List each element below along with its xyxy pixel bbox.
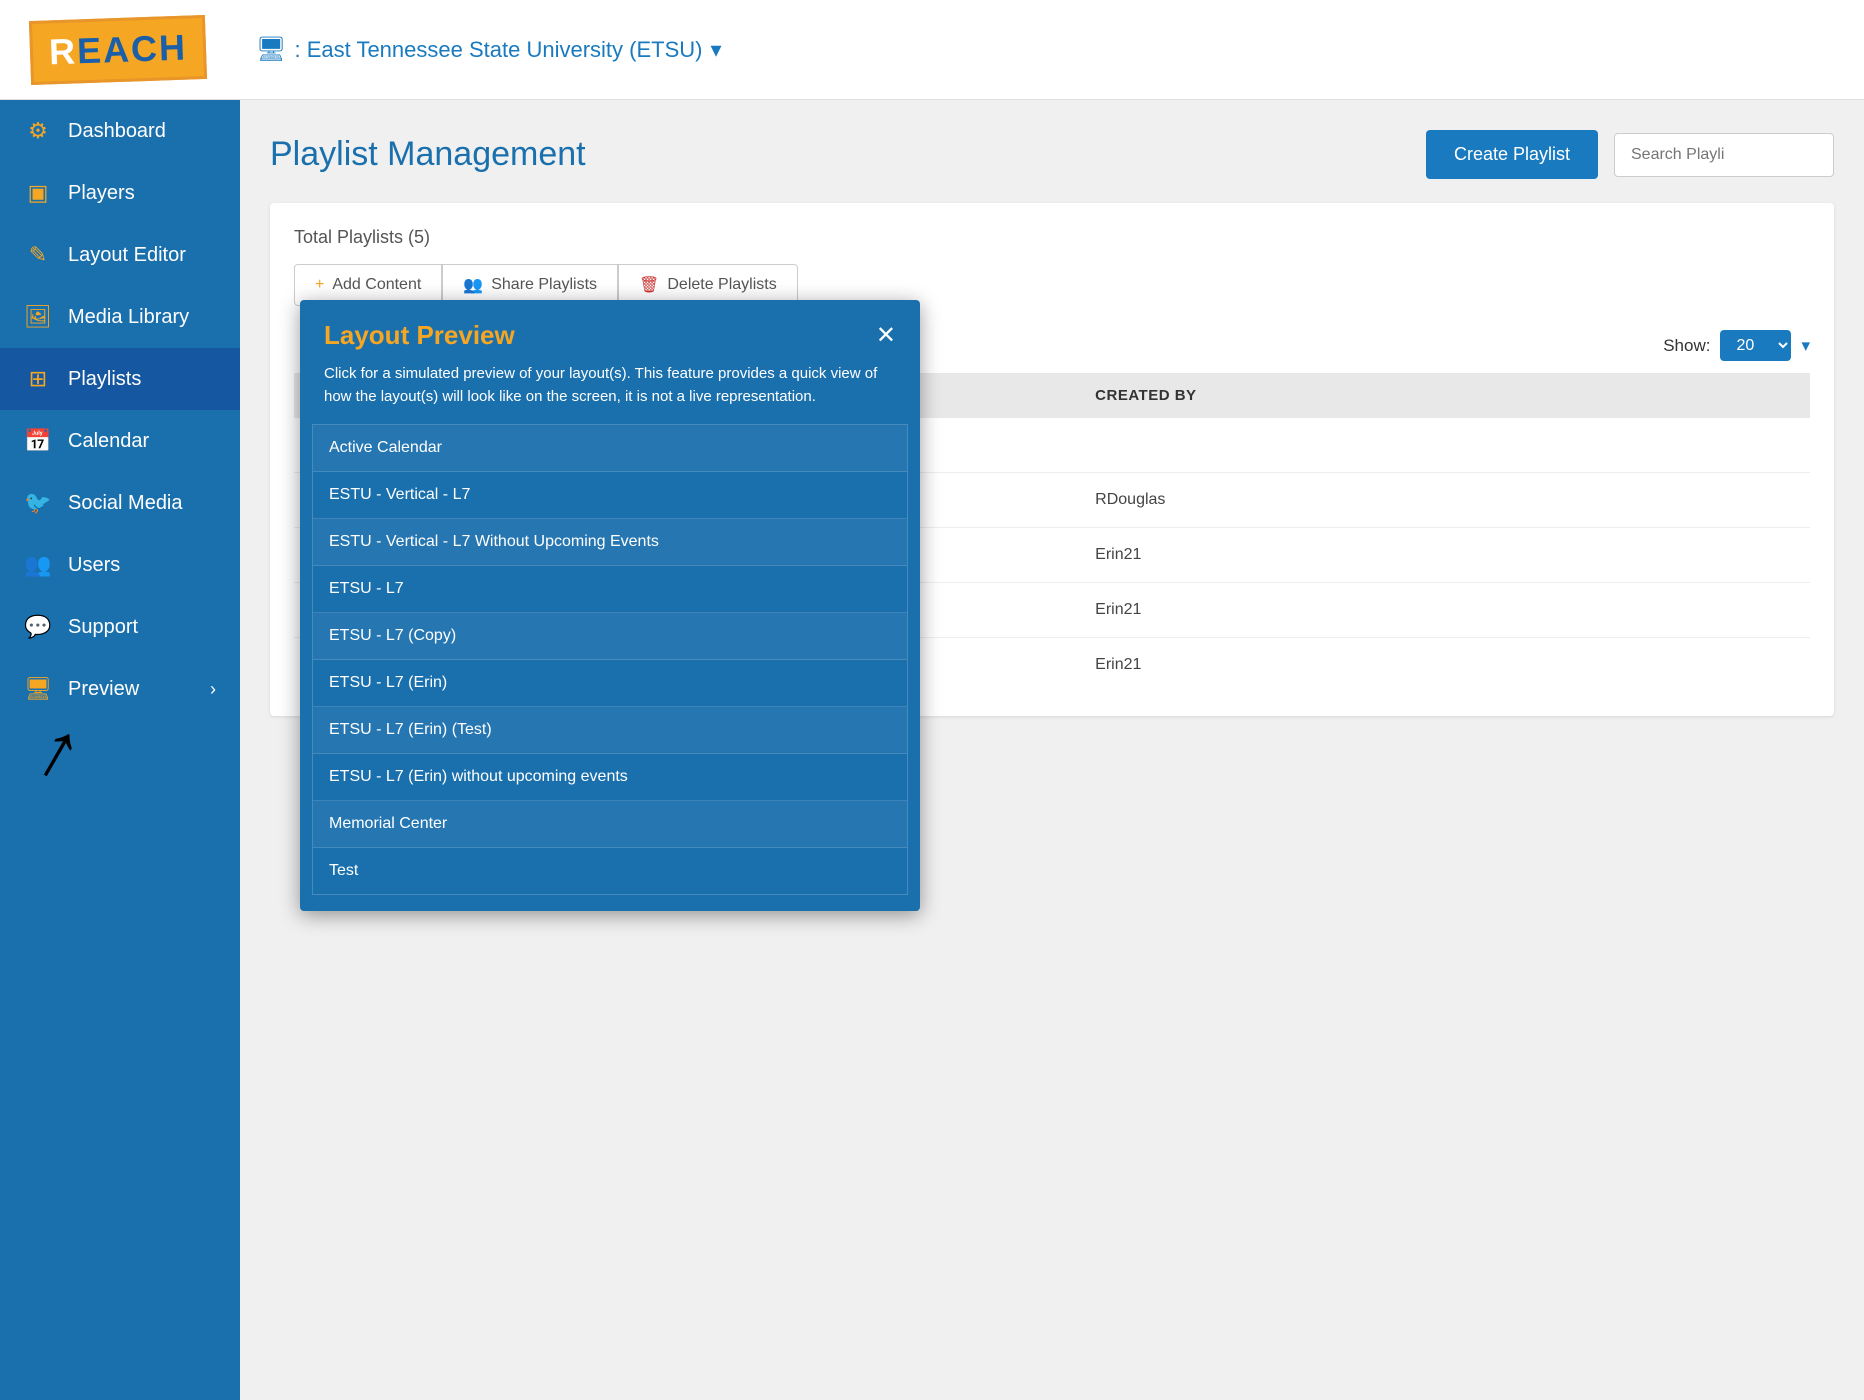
sidebar: ⚙ Dashboard ▣ Players ✎ Layout Editor 🖼 … [0, 100, 240, 1400]
modal-layout-item[interactable]: ETSU - L7 (Erin) without upcoming events [313, 754, 907, 801]
sidebar-item-label: Calendar [68, 430, 149, 453]
modal-layout-item[interactable]: Memorial Center [313, 801, 907, 848]
layout-editor-icon: ✎ [24, 242, 52, 268]
col-created-by: CREATED BY [1079, 373, 1810, 418]
cell-created-by: RDouglas [1079, 473, 1810, 528]
sidebar-item-playlists[interactable]: ⊞ Playlists [0, 348, 240, 410]
playlists-icon: ⊞ [24, 366, 52, 392]
cell-created-by: Erin21 [1079, 638, 1810, 693]
layout-preview-modal: Layout Preview ✕ Click for a simulated p… [300, 300, 920, 911]
calendar-icon: 📅 [24, 428, 52, 454]
trash-icon: 🗑 [639, 275, 659, 295]
page-title: Playlist Management [270, 135, 586, 174]
sidebar-item-support[interactable]: 💬 Support [0, 596, 240, 658]
support-icon: 💬 [24, 614, 52, 640]
sidebar-item-dashboard[interactable]: ⚙ Dashboard [0, 100, 240, 162]
header-actions: Create Playlist [1426, 130, 1834, 179]
search-input[interactable] [1614, 133, 1834, 177]
sidebar-item-social-media[interactable]: 🐦 Social Media [0, 472, 240, 534]
sidebar-item-label: Players [68, 182, 135, 205]
modal-layout-list: Active CalendarESTU - Vertical - L7ESTU … [312, 424, 908, 895]
cell-created-by: Erin21 [1079, 528, 1810, 583]
modal-header: Layout Preview ✕ [300, 300, 920, 363]
sidebar-item-users[interactable]: 👥 Users [0, 534, 240, 596]
modal-layout-item[interactable]: Test [313, 848, 907, 894]
sidebar-item-layout-editor[interactable]: ✎ Layout Editor [0, 224, 240, 286]
modal-description: Click for a simulated preview of your la… [300, 363, 920, 424]
chevron-right-icon: › [210, 679, 216, 700]
sidebar-item-label: Preview [68, 678, 139, 701]
cell-created-by [1079, 418, 1810, 473]
social-media-icon: 🐦 [24, 490, 52, 516]
sidebar-item-calendar[interactable]: 📅 Calendar [0, 410, 240, 472]
org-name: : East Tennessee State University (ETSU) [294, 37, 702, 63]
modal-title: Layout Preview [324, 320, 515, 351]
logo-area: REACH 🖥 : East Tennessee State Universit… [30, 18, 722, 82]
sidebar-item-media-library[interactable]: 🖼 Media Library [0, 286, 240, 348]
players-icon: ▣ [24, 180, 52, 206]
app-body: ⚙ Dashboard ▣ Players ✎ Layout Editor 🖼 … [0, 100, 1864, 1400]
chevron-down-icon: ▾ [710, 37, 721, 63]
sidebar-item-players[interactable]: ▣ Players [0, 162, 240, 224]
sidebar-item-label: Layout Editor [68, 244, 186, 267]
media-library-icon: 🖼 [24, 304, 52, 330]
sidebar-item-preview[interactable]: 🖥 Preview › [0, 658, 240, 720]
modal-layout-item[interactable]: Active Calendar [313, 425, 907, 472]
sidebar-item-label: Media Library [68, 306, 189, 329]
users-icon: 👥 [24, 552, 52, 578]
modal-layout-item[interactable]: ETSU - L7 (Erin) (Test) [313, 707, 907, 754]
arrow-hint: ↑ [0, 720, 240, 800]
sidebar-item-label: Dashboard [68, 120, 166, 143]
preview-icon: 🖥 [24, 676, 52, 702]
total-playlists-label: Total Playlists (5) [294, 227, 1810, 248]
share-icon: 👥 [463, 275, 483, 295]
modal-layout-item[interactable]: ETSU - L7 (Copy) [313, 613, 907, 660]
modal-layout-item[interactable]: ETSU - L7 (Erin) [313, 660, 907, 707]
logo-text: REACH [48, 26, 187, 72]
cell-created-by: Erin21 [1079, 583, 1810, 638]
modal-layout-item[interactable]: ESTU - Vertical - L7 Without Upcoming Ev… [313, 519, 907, 566]
monitor-icon: 🖥 [256, 35, 286, 64]
main-content: Playlist Management Create Playlist Tota… [240, 100, 1864, 1400]
page-header: Playlist Management Create Playlist [270, 130, 1834, 179]
modal-layout-item[interactable]: ETSU - L7 [313, 566, 907, 613]
create-playlist-button[interactable]: Create Playlist [1426, 130, 1598, 179]
sidebar-item-label: Playlists [68, 368, 141, 391]
logo: REACH [29, 14, 207, 84]
org-selector[interactable]: 🖥 : East Tennessee State University (ETS… [256, 35, 722, 64]
show-select[interactable]: 20 50 100 [1720, 330, 1791, 361]
sidebar-item-label: Social Media [68, 492, 183, 515]
show-label: Show: [1663, 336, 1710, 356]
modal-layout-item[interactable]: ESTU - Vertical - L7 [313, 472, 907, 519]
modal-close-button[interactable]: ✕ [876, 324, 896, 348]
sidebar-item-label: Support [68, 616, 138, 639]
dashboard-icon: ⚙ [24, 118, 52, 144]
app-header: REACH 🖥 : East Tennessee State Universit… [0, 0, 1864, 100]
sidebar-item-label: Users [68, 554, 120, 577]
plus-icon: + [315, 276, 324, 294]
chevron-down-icon: ▾ [1801, 336, 1810, 356]
